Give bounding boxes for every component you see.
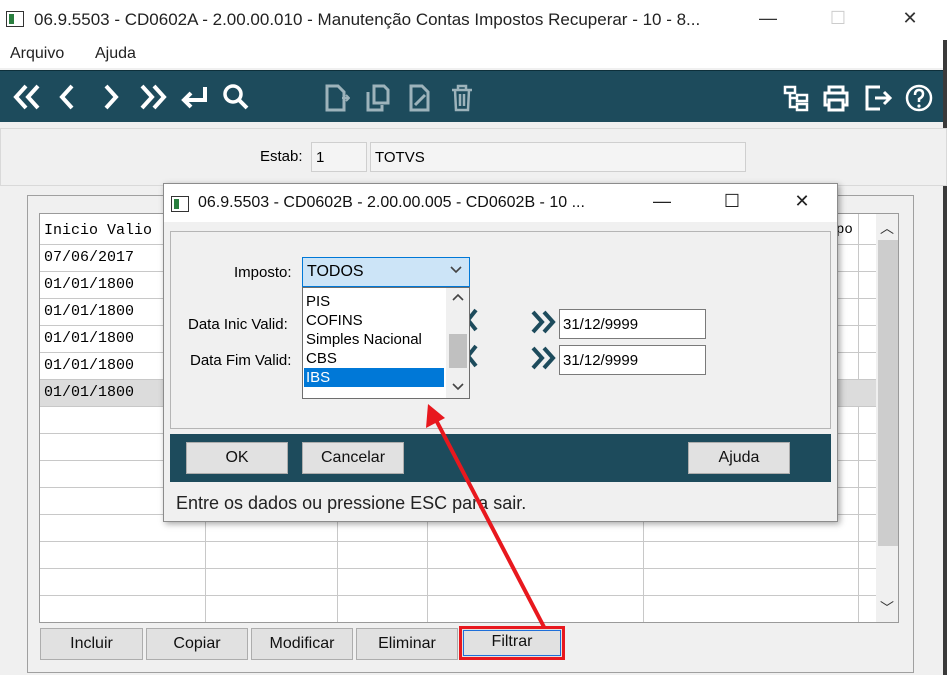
- close-button[interactable]: ✕: [890, 8, 930, 29]
- dialog-app-icon: [171, 196, 189, 212]
- imposto-dropdown-list[interactable]: PIS COFINS Simples Nacional CBS IBS: [302, 287, 470, 399]
- grid-cell-date[interactable]: 01/01/1800: [44, 384, 134, 401]
- incluir-button[interactable]: Incluir: [40, 628, 143, 660]
- estab-code-field[interactable]: 1: [311, 142, 367, 172]
- dropdown-scroll-thumb[interactable]: [449, 334, 467, 368]
- maximize-button[interactable]: ☐: [818, 8, 858, 29]
- imposto-combo-value: TODOS: [307, 263, 364, 280]
- status-bar: Entre os dados ou pressione ESC para sai…: [176, 493, 527, 513]
- chevron-down-icon[interactable]: [446, 380, 469, 398]
- minimize-button[interactable]: —: [748, 8, 788, 29]
- dialog-maximize-button[interactable]: ☐: [714, 191, 750, 212]
- grid-cell-date[interactable]: 01/01/1800: [44, 303, 134, 320]
- scroll-thumb[interactable]: [878, 240, 898, 546]
- data-fim-to-field[interactable]: 31/12/9999: [559, 345, 706, 375]
- ajuda-button[interactable]: Ajuda: [688, 442, 790, 474]
- grid-cell-date[interactable]: 01/01/1800: [44, 276, 134, 293]
- data-inic-label: Data Inic Valid:: [188, 316, 288, 333]
- option-ibs[interactable]: IBS: [304, 368, 444, 387]
- dialog-minimize-button[interactable]: —: [644, 191, 680, 212]
- grid-cell-date[interactable]: 07/06/2017: [44, 249, 134, 266]
- scroll-down-icon[interactable]: ﹀: [876, 598, 898, 618]
- grid-column-divider: [858, 214, 859, 622]
- grid-header-inicio[interactable]: Inicio Valio: [44, 222, 152, 239]
- eliminar-button[interactable]: Eliminar: [356, 628, 458, 660]
- option-cofins[interactable]: COFINS: [304, 311, 444, 330]
- grid-row-divider: [40, 595, 876, 596]
- exit-icon[interactable]: [860, 77, 896, 117]
- filtrar-button[interactable]: Filtrar: [459, 626, 565, 660]
- data-fim-label: Data Fim Valid:: [190, 352, 292, 369]
- grid-scrollbar[interactable]: ︿ ﹀: [876, 214, 898, 622]
- estab-label: Estab:: [260, 148, 303, 165]
- grid-header-tipo[interactable]: po: [836, 222, 853, 238]
- last-icon[interactable]: [134, 77, 170, 117]
- dialog-title: 06.9.5503 - CD0602B - 2.00.00.005 - CD06…: [198, 194, 585, 211]
- dialog-close-button[interactable]: ✕: [784, 191, 820, 212]
- window-title: 06.9.5503 - CD0602A - 2.00.00.010 - Manu…: [34, 10, 701, 29]
- filter-dialog: 06.9.5503 - CD0602B - 2.00.00.005 - CD06…: [163, 183, 838, 522]
- estab-panel: Estab: 1 TOTVS: [0, 128, 947, 186]
- search-icon[interactable]: [218, 77, 254, 117]
- imposto-label: Imposto:: [234, 264, 292, 281]
- range-to-icon: [530, 345, 558, 378]
- ok-button[interactable]: OK: [186, 442, 288, 474]
- option-cbs[interactable]: CBS: [304, 349, 444, 368]
- scroll-up-icon[interactable]: ︿: [876, 218, 898, 238]
- first-icon[interactable]: [10, 77, 46, 117]
- print-icon[interactable]: [818, 77, 854, 117]
- copy-doc-icon[interactable]: [360, 77, 396, 117]
- edit-doc-icon[interactable]: [402, 77, 438, 117]
- next-icon[interactable]: [92, 77, 128, 117]
- menu-ajuda[interactable]: Ajuda: [95, 45, 136, 63]
- goto-icon[interactable]: [176, 77, 212, 117]
- delete-icon[interactable]: [444, 77, 480, 117]
- title-bar: 06.9.5503 - CD0602A - 2.00.00.010 - Manu…: [0, 0, 947, 40]
- grid-cell-date[interactable]: 01/01/1800: [44, 330, 134, 347]
- option-simples-nacional[interactable]: Simples Nacional: [304, 330, 444, 349]
- option-pis[interactable]: PIS: [304, 292, 444, 311]
- grid-cell-date[interactable]: 01/01/1800: [44, 357, 134, 374]
- imposto-combo[interactable]: TODOS: [302, 257, 470, 287]
- tree-icon[interactable]: [778, 77, 814, 117]
- new-doc-icon[interactable]: [318, 77, 354, 117]
- modificar-button[interactable]: Modificar: [251, 628, 353, 660]
- range-to-icon: [530, 309, 558, 342]
- chevron-down-icon[interactable]: [449, 260, 463, 285]
- copiar-button[interactable]: Copiar: [146, 628, 248, 660]
- grid-row-divider: [40, 568, 876, 569]
- data-inic-to-field[interactable]: 31/12/9999: [559, 309, 706, 339]
- app-icon: [6, 11, 24, 27]
- menu-bar: Arquivo Ajuda: [0, 40, 947, 68]
- grid-row-divider: [40, 541, 876, 542]
- chevron-up-icon[interactable]: [446, 290, 469, 308]
- cancelar-button[interactable]: Cancelar: [302, 442, 404, 474]
- help-icon[interactable]: [901, 77, 937, 117]
- menu-arquivo[interactable]: Arquivo: [10, 45, 64, 63]
- estab-name-field: TOTVS: [370, 142, 746, 172]
- dialog-title-bar: 06.9.5503 - CD0602B - 2.00.00.005 - CD06…: [164, 184, 837, 222]
- toolbar: [0, 70, 947, 122]
- prev-icon[interactable]: [50, 77, 86, 117]
- dialog-button-bar: OK Cancelar Ajuda: [170, 434, 831, 482]
- dropdown-scrollbar[interactable]: [446, 288, 469, 398]
